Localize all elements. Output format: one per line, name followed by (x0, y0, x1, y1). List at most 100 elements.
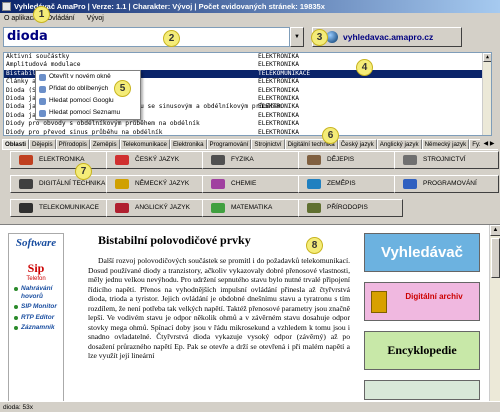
result-row[interactable]: Diody pro obvody s obdélníkovým průběhem… (4, 120, 491, 128)
window-title: Vyhledávač AmaPro | Verze: 1.1 | Charakt… (14, 2, 325, 11)
search-row: dioda ▼ vyhledavac.amapro.cz (3, 27, 497, 49)
callout-1: 1 (33, 6, 50, 23)
ctx-search-seznam[interactable]: Hledat pomocí Seznamu (36, 107, 140, 119)
category-icon (19, 155, 33, 165)
category-label: NĚMECKÝ JAZYK (135, 180, 190, 187)
category-label: FYZIKA (231, 156, 254, 163)
result-row[interactable]: Diody pro převod sinus průběhu na obdéln… (4, 128, 491, 136)
result-category: ELEKTRONIKA (258, 61, 299, 69)
category-button[interactable]: STROJNICTVÍ (394, 151, 499, 169)
category-icon (211, 203, 225, 213)
category-button[interactable]: PŘÍRODOPIS (298, 199, 403, 217)
callout-3: 3 (311, 29, 328, 46)
banner-search[interactable]: Vyhledávač (364, 233, 480, 272)
category-button[interactable]: DĚJEPIS (298, 151, 403, 169)
link-rtp-editor[interactable]: RTP Editor (9, 314, 63, 322)
tab-6[interactable]: Programování (206, 139, 252, 149)
category-button[interactable]: TELEKOMUNIKACE (10, 199, 115, 217)
category-label: DĚJEPIS (327, 156, 355, 163)
sip-logo: Sip (27, 261, 45, 275)
banner-encyclopedia[interactable]: Encyklopedie (364, 331, 480, 370)
category-icon (115, 155, 129, 165)
category-icon (115, 203, 129, 213)
article-body: Další rozvoj polovodičových součástek se… (88, 256, 350, 360)
category-label: ČESKÝ JAZYK (135, 156, 180, 163)
banner-digital-archive[interactable]: Digitální archiv (364, 282, 480, 321)
status-bar: dioda: 53x (0, 401, 500, 412)
tab-4[interactable]: Telekomunikace (119, 139, 170, 149)
category-button[interactable]: FYZIKA (202, 151, 307, 169)
link-answering-machine[interactable]: Záznamník (9, 324, 63, 332)
result-row[interactable]: Amplitudová modulace ELEKTRONIKA (4, 61, 491, 69)
link-sip-monitor[interactable]: SIP Monitor (9, 303, 63, 311)
result-category: TELEKOMUNIKACE (258, 69, 311, 77)
tab-0[interactable]: Oblasti (2, 139, 29, 149)
tab-11[interactable]: Německý jazyk (421, 139, 470, 149)
title-bar: Vyhledávač AmaPro | Verze: 1.1 | Charakt… (0, 0, 500, 13)
category-label: ANGLICKÝ JAZYK (135, 204, 190, 211)
book-icon (371, 291, 387, 313)
category-button[interactable]: NĚMECKÝ JAZYK (106, 175, 211, 193)
web-search-button[interactable]: vyhledavac.amapro.cz (312, 27, 462, 47)
callout-4: 4 (356, 59, 373, 76)
category-icon (307, 155, 321, 165)
tab-7[interactable]: Strojnictví (251, 139, 285, 149)
scroll-up-icon[interactable]: ▲ (483, 53, 491, 62)
category-label: TELEKOMUNIKACE (39, 204, 99, 211)
software-heading: Software (15, 237, 57, 249)
category-label: PROGRAMOVÁNÍ (423, 180, 477, 187)
callout-7: 7 (75, 163, 92, 180)
tab-9[interactable]: Český jazyk (337, 139, 377, 149)
category-button[interactable]: ELEKTRONIKA (10, 151, 115, 169)
category-button[interactable]: DIGITÁLNÍ TECHNIKA (10, 175, 115, 193)
category-icon (403, 179, 417, 189)
category-button[interactable]: MATEMATIKA (202, 199, 307, 217)
tab-3[interactable]: Zeměpis (89, 139, 120, 149)
category-button[interactable]: ANGLICKÝ JAZYK (106, 199, 211, 217)
scroll-up-icon[interactable]: ▲ (490, 225, 500, 236)
software-ad-panel[interactable]: Software Sip Telefon Nahrávání hovorů SI… (8, 233, 64, 401)
result-name: Diody pro obvody s obdélníkovým průběhem… (6, 120, 200, 128)
result-category: ELEKTRONIKA (258, 86, 299, 94)
menu-bar: O aplikaci Ovládání Vývoj (0, 13, 500, 24)
search-dropdown-button[interactable]: ▼ (290, 27, 304, 47)
category-label: PŘÍRODOPIS (327, 204, 368, 211)
callout-2: 2 (163, 30, 180, 47)
menu-item-development[interactable]: Vývoj (87, 15, 104, 22)
banner-more[interactable] (364, 380, 480, 400)
category-label: STROJNICTVÍ (423, 156, 466, 163)
app-icon (2, 2, 11, 11)
result-category: ELEKTRONIKA (258, 120, 299, 128)
category-grid: ELEKTRONIKA ČESKÝ JAZYK FYZIKA DĚJEPIS STROJ… (10, 151, 499, 219)
banner-digital-archive-label: Digitální archiv (405, 292, 463, 301)
category-icon (211, 179, 225, 189)
web-search-label: vyhledavac.amapro.cz (343, 32, 434, 42)
category-button[interactable]: ČESKÝ JAZYK (106, 151, 211, 169)
tab-5[interactable]: Elektronika (169, 139, 207, 149)
ctx-search-google[interactable]: Hledat pomocí Googlu (36, 95, 140, 107)
tab-scroll-arrows-icon[interactable]: ◀ ▶ (480, 139, 498, 149)
tab-1[interactable]: Dějepis (28, 139, 56, 149)
category-button[interactable]: ZEMĚPIS (298, 175, 403, 193)
category-label: MATEMATIKA (231, 204, 273, 211)
results-scrollbar[interactable]: ▲ (482, 53, 491, 135)
category-button[interactable]: CHEMIE (202, 175, 307, 193)
scroll-thumb[interactable] (491, 238, 500, 278)
category-button[interactable]: PROGRAMOVÁNÍ (394, 175, 499, 193)
tab-strip: Oblasti Dějepis Přírodopis Zeměpis Telekomun… (2, 139, 498, 150)
link-call-recording[interactable]: Nahrávání hovorů (9, 285, 63, 300)
search-input[interactable]: dioda (3, 27, 290, 47)
result-name: Amplitudová modulace (6, 61, 81, 69)
menu-item-about[interactable]: O aplikaci (4, 15, 35, 22)
callout-5: 5 (114, 80, 131, 97)
result-category: ELEKTRONIKA (258, 53, 299, 60)
category-icon (19, 203, 33, 213)
result-category: ELEKTRONIKA (258, 128, 299, 136)
tab-10[interactable]: Anglický jazyk (376, 139, 422, 149)
category-label: CHEMIE (231, 180, 257, 187)
content-scrollbar[interactable]: ▲ (489, 225, 500, 401)
category-icon (307, 203, 321, 213)
tab-2[interactable]: Přírodopis (55, 139, 90, 149)
category-icon (115, 179, 129, 189)
menu-item-controls[interactable]: Ovládání (47, 15, 75, 22)
